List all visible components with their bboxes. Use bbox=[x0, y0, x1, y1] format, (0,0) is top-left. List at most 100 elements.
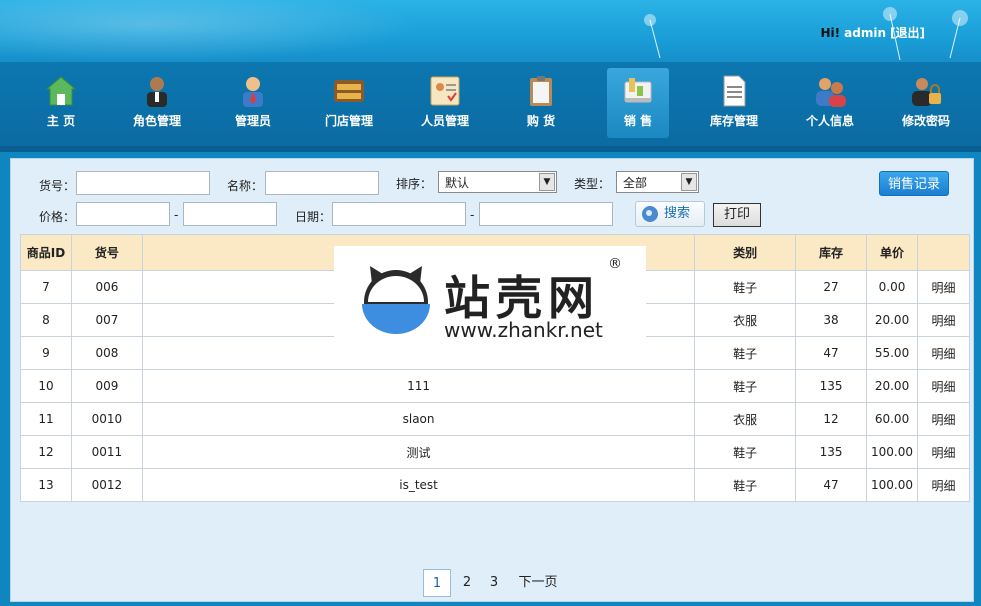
price-min-input[interactable] bbox=[76, 202, 170, 226]
nav-item-purchase[interactable]: 购 货 bbox=[510, 68, 572, 138]
cell-name: slaon bbox=[141, 402, 696, 436]
admin-icon bbox=[236, 74, 270, 108]
cell-name: 111 bbox=[141, 369, 696, 403]
sort-select-value: 默认 bbox=[445, 176, 470, 190]
col-header-category: 类别 bbox=[694, 234, 797, 271]
sort-label: 排序： bbox=[396, 177, 433, 191]
cell-category: 鞋子 bbox=[694, 468, 797, 502]
user-bar: Hi! admin [退出] bbox=[821, 24, 925, 41]
date-start-input[interactable] bbox=[332, 202, 466, 226]
page-link-2[interactable]: 2 bbox=[457, 569, 477, 597]
watermark-logo bbox=[362, 266, 430, 334]
nav-label-home: 主 页 bbox=[46, 114, 76, 128]
content-panel: 货号： 名称： 排序： 默认 ▼ 类型： 全部 ▼ 销售记录 价格： - 日期：… bbox=[10, 158, 974, 602]
nav-item-staff[interactable]: 人员管理 bbox=[414, 68, 476, 138]
cell-id: 11 bbox=[20, 402, 72, 436]
cell-id: 7 bbox=[20, 270, 72, 304]
table-row: 10 009 111 鞋子 135 20.00 明细 bbox=[20, 369, 970, 403]
name-input[interactable] bbox=[265, 171, 379, 195]
cell-price: 100.00 bbox=[866, 468, 919, 502]
cell-id: 8 bbox=[20, 303, 72, 337]
nav-item-profile[interactable]: 个人信息 bbox=[799, 68, 861, 138]
detail-link[interactable]: 明细 bbox=[917, 270, 970, 304]
chevron-down-icon: ▼ bbox=[539, 173, 555, 191]
type-select-value: 全部 bbox=[623, 176, 648, 190]
detail-link[interactable]: 明细 bbox=[917, 468, 970, 502]
nav-item-home[interactable]: 主 页 bbox=[30, 68, 92, 138]
cell-category: 鞋子 bbox=[694, 435, 797, 469]
cell-category: 鞋子 bbox=[694, 270, 797, 304]
code-input[interactable] bbox=[76, 171, 210, 195]
page-link-1[interactable]: 1 bbox=[423, 569, 451, 597]
nav-item-role[interactable]: 角色管理 bbox=[126, 68, 188, 138]
registered-mark: ® bbox=[608, 256, 622, 272]
price-label: 价格： bbox=[39, 210, 76, 224]
cell-id: 12 bbox=[20, 435, 72, 469]
cell-category: 鞋子 bbox=[694, 336, 797, 370]
watermark-url: www.zhankr.net bbox=[444, 318, 603, 342]
cell-price: 60.00 bbox=[866, 402, 919, 436]
chevron-down-icon: ▼ bbox=[681, 173, 697, 191]
table-row: 13 0012 is_test 鞋子 47 100.00 明细 bbox=[20, 468, 970, 502]
watermark: 站壳网 ® www.zhankr.net bbox=[334, 246, 646, 346]
nav-label-staff: 人员管理 bbox=[420, 114, 469, 128]
name-label: 名称： bbox=[227, 179, 264, 193]
cell-price: 100.00 bbox=[866, 435, 919, 469]
search-button[interactable]: 搜索 bbox=[635, 201, 705, 227]
cell-stock: 12 bbox=[795, 402, 868, 436]
cell-name: is_test bbox=[141, 468, 696, 502]
top-header: Hi! admin [退出] bbox=[0, 0, 981, 62]
table-row: 12 0011 测试 鞋子 135 100.00 明细 bbox=[20, 435, 970, 469]
detail-link[interactable]: 明细 bbox=[917, 336, 970, 370]
cell-name: 测试 bbox=[141, 435, 696, 469]
type-select[interactable]: 全部 ▼ bbox=[616, 171, 699, 193]
cell-price: 20.00 bbox=[866, 369, 919, 403]
nav-item-password[interactable]: 修改密码 bbox=[895, 68, 957, 138]
nav-item-store[interactable]: 门店管理 bbox=[318, 68, 380, 138]
date-label: 日期： bbox=[295, 210, 332, 224]
detail-link[interactable]: 明细 bbox=[917, 435, 970, 469]
table-row: 11 0010 slaon 衣服 12 60.00 明细 bbox=[20, 402, 970, 436]
detail-link[interactable]: 明细 bbox=[917, 369, 970, 403]
password-icon bbox=[909, 74, 943, 108]
print-button[interactable]: 打印 bbox=[713, 203, 761, 227]
cell-stock: 47 bbox=[795, 468, 868, 502]
home-icon bbox=[44, 74, 78, 108]
sort-select[interactable]: 默认 ▼ bbox=[438, 171, 557, 193]
col-header-stock: 库存 bbox=[795, 234, 868, 271]
store-icon bbox=[332, 74, 366, 108]
cell-code: 0012 bbox=[70, 468, 143, 502]
detail-link[interactable]: 明细 bbox=[917, 303, 970, 337]
cell-category: 衣服 bbox=[694, 303, 797, 337]
cell-code: 007 bbox=[70, 303, 143, 337]
inventory-icon bbox=[717, 74, 751, 108]
filter-form: 货号： 名称： 排序： 默认 ▼ 类型： 全部 ▼ 销售记录 价格： - 日期：… bbox=[11, 159, 973, 231]
next-page-link[interactable]: 下一页 bbox=[515, 569, 561, 597]
nav-item-admin[interactable]: 管理员 bbox=[222, 68, 284, 138]
nav-item-sales[interactable]: 销 售 bbox=[607, 68, 669, 138]
col-header-action bbox=[917, 234, 970, 271]
cell-category: 衣服 bbox=[694, 402, 797, 436]
date-end-input[interactable] bbox=[479, 202, 613, 226]
nav-item-inventory[interactable]: 库存管理 bbox=[703, 68, 765, 138]
staff-icon bbox=[428, 74, 462, 108]
page-link-3[interactable]: 3 bbox=[484, 569, 504, 597]
nav-label-sales: 销 售 bbox=[623, 114, 653, 128]
detail-link[interactable]: 明细 bbox=[917, 402, 970, 436]
col-header-price: 单价 bbox=[866, 234, 919, 271]
nav-label-profile: 个人信息 bbox=[805, 114, 854, 128]
cell-price: 20.00 bbox=[866, 303, 919, 337]
cell-code: 006 bbox=[70, 270, 143, 304]
price-max-input[interactable] bbox=[183, 202, 277, 226]
cell-id: 9 bbox=[20, 336, 72, 370]
type-label: 类型： bbox=[574, 177, 611, 191]
sales-record-button[interactable]: 销售记录 bbox=[879, 171, 949, 196]
search-button-label: 搜索 bbox=[664, 206, 691, 221]
nav-label-admin: 管理员 bbox=[234, 114, 271, 128]
date-dash: - bbox=[470, 208, 475, 222]
price-dash: - bbox=[174, 208, 179, 222]
col-header-id: 商品ID bbox=[20, 234, 72, 271]
logout-link[interactable]: [退出] bbox=[890, 26, 925, 40]
cell-id: 13 bbox=[20, 468, 72, 502]
cell-stock: 135 bbox=[795, 435, 868, 469]
